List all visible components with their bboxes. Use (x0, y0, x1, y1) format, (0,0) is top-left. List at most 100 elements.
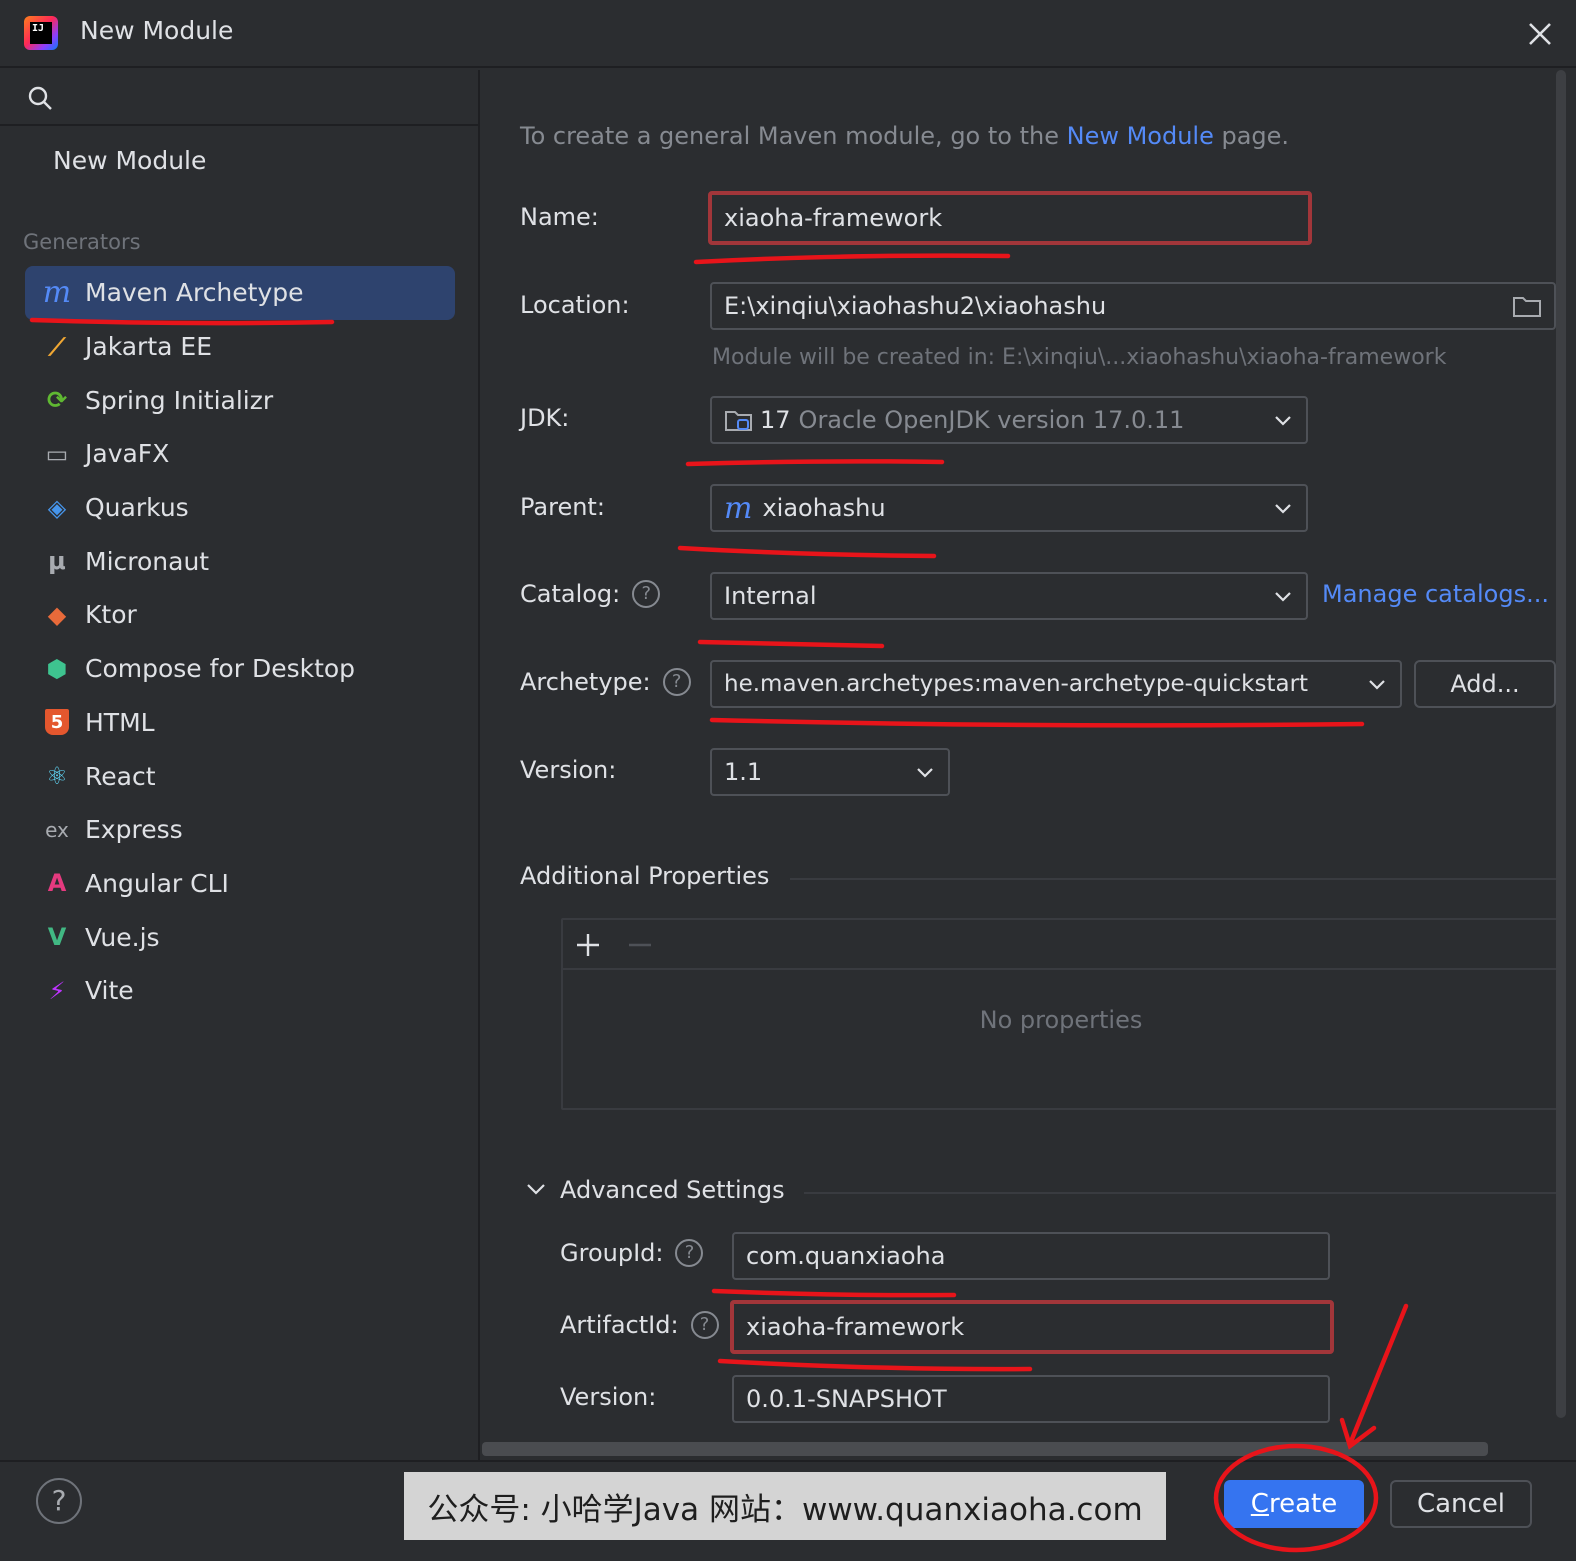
jdk-label: JDK: (520, 404, 570, 432)
javafx-icon: ▭ (45, 439, 69, 468)
advanced-version-value: 0.0.1-SNAPSHOT (746, 1385, 947, 1413)
archetype-value: he.maven.archetypes:maven-archetype-quic… (724, 671, 1309, 697)
parent-value: xiaohashu (762, 494, 886, 522)
help-icon[interactable]: ? (690, 1311, 719, 1339)
no-properties-text: No properties (979, 1006, 1143, 1034)
maven-hint: To create a general Maven module, go to … (520, 122, 1289, 150)
jdk-select[interactable]: 17 Oracle OpenJDK version 17.0.11 (710, 396, 1308, 444)
sidebar-item-new-module[interactable]: New Module (53, 146, 206, 175)
sidebar-item-quarkus[interactable]: ◈ Quarkus (25, 481, 455, 535)
sidebar-item-maven-archetype[interactable]: m Maven Archetype (25, 266, 455, 320)
version-value: 1.1 (724, 758, 763, 786)
horizontal-scrollbar[interactable] (482, 1442, 1488, 1456)
micronaut-icon: μ (48, 547, 66, 576)
location-field[interactable]: E:\xinqiu\xiaohashu2\xiaohashu (710, 282, 1556, 330)
sidebar-item-ktor[interactable]: ◆ Ktor (25, 588, 455, 642)
help-icon[interactable]: ? (632, 580, 661, 608)
hint-text: To create a general Maven module, go to … (520, 122, 1067, 150)
window-title: New Module (80, 16, 234, 45)
sidebar-item-micronaut[interactable]: μ Micronaut (25, 534, 455, 588)
ktor-icon: ◆ (47, 600, 67, 629)
close-icon[interactable] (1524, 18, 1556, 50)
properties-table: No properties (561, 918, 1561, 1110)
section-divider (804, 1192, 1562, 1194)
vertical-scrollbar[interactable] (1556, 70, 1566, 1418)
sidebar-item-vue-js[interactable]: V Vue.js (25, 910, 455, 964)
html-icon: 5 (45, 709, 69, 736)
app-icon-text: IJ (30, 22, 52, 44)
sidebar-item-label: Vue.js (85, 922, 160, 952)
jdk-version: 17 (760, 406, 791, 434)
advanced-version-label: Version: (560, 1383, 657, 1411)
help-icon[interactable]: ? (662, 668, 691, 696)
sidebar-item-html[interactable]: 5 HTML (25, 696, 455, 750)
folder-icon[interactable] (1512, 293, 1542, 319)
title-bar: IJ New Module (0, 0, 1576, 68)
chevron-down-icon (1275, 416, 1291, 426)
version-label: Version: (520, 756, 617, 784)
remove-icon[interactable] (625, 930, 655, 960)
create-button[interactable]: Create (1224, 1480, 1364, 1528)
location-label: Location: (520, 291, 630, 319)
sidebar-item-label: Express (85, 815, 183, 845)
sidebar-item-javafx[interactable]: ▭ JavaFX (25, 427, 455, 481)
chevron-down-icon[interactable] (524, 1176, 548, 1200)
sidebar-item-label: JavaFX (85, 439, 170, 469)
name-field[interactable]: xiaoha-framework (708, 191, 1312, 245)
search-bar[interactable] (0, 70, 480, 126)
name-label: Name: (520, 203, 599, 231)
archetype-select[interactable]: he.maven.archetypes:maven-archetype-quic… (710, 660, 1402, 708)
chevron-down-icon (1369, 680, 1385, 690)
cancel-button[interactable]: Cancel (1390, 1480, 1532, 1528)
spring-icon: ⟳ (46, 386, 68, 415)
add-archetype-button[interactable]: Add... (1414, 660, 1556, 708)
sidebar: New Module Generators m Maven Archetype ⟋ J… (0, 70, 480, 1460)
sidebar-item-spring-initializr[interactable]: ⟳ Spring Initializr (25, 373, 455, 427)
create-mnemonic: C (1250, 1489, 1269, 1519)
parent-select[interactable]: m xiaohashu (710, 484, 1308, 532)
angular-icon: A (47, 869, 67, 898)
compose-icon: ⬢ (46, 654, 68, 683)
sidebar-item-express[interactable]: ex Express (25, 803, 455, 857)
sidebar-item-label: Maven Archetype (85, 278, 304, 308)
advanced-settings-toggle[interactable]: Advanced Settings (560, 1176, 785, 1204)
quarkus-icon: ◈ (47, 493, 67, 522)
name-value: xiaoha-framework (724, 204, 943, 232)
chevron-down-icon (1275, 592, 1291, 602)
advanced-version-field[interactable]: 0.0.1-SNAPSHOT (732, 1375, 1330, 1423)
sidebar-item-label: Jakarta EE (85, 332, 212, 362)
artifactid-field[interactable]: xiaoha-framework (730, 1300, 1334, 1354)
react-icon: ⚛ (46, 762, 68, 791)
sidebar-item-jakarta-ee[interactable]: ⟋ Jakarta EE (25, 320, 455, 374)
main-panel: To create a general Maven module, go to … (482, 70, 1576, 1460)
catalog-label-text: Catalog: (520, 580, 621, 608)
sidebar-item-label: Vite (85, 976, 134, 1006)
dialog-footer: ? 公众号: 小哈学Java 网站：www.quanxiaoha.com Cre… (0, 1460, 1576, 1561)
sidebar-item-compose-for-desktop[interactable]: ⬢ Compose for Desktop (25, 642, 455, 696)
sidebar-item-label: HTML (85, 707, 155, 737)
chevron-down-icon (917, 768, 933, 778)
additional-properties-title: Additional Properties (520, 862, 770, 890)
sidebar-item-react[interactable]: ⚛ React (25, 749, 455, 803)
catalog-label: Catalog:? (520, 580, 661, 608)
search-icon[interactable] (26, 84, 54, 112)
artifactid-label-text: ArtifactId: (560, 1311, 679, 1339)
jdk-description: Oracle OpenJDK version 17.0.11 (798, 406, 1185, 434)
hint-suffix: page. (1213, 122, 1290, 150)
groupid-label: GroupId:? (560, 1239, 704, 1267)
manage-catalogs-link[interactable]: Manage catalogs... (1322, 580, 1549, 608)
catalog-value: Internal (724, 582, 817, 610)
sidebar-item-label: Ktor (85, 600, 137, 630)
version-select[interactable]: 1.1 (710, 748, 950, 796)
help-icon[interactable]: ? (675, 1239, 704, 1267)
groupid-field[interactable]: com.quanxiaoha (732, 1232, 1330, 1280)
sidebar-item-vite[interactable]: ⚡ Vite (25, 964, 455, 1018)
new-module-link[interactable]: New Module (1067, 122, 1214, 150)
sidebar-item-label: Micronaut (85, 546, 210, 576)
catalog-select[interactable]: Internal (710, 572, 1308, 620)
sidebar-item-label: React (85, 761, 156, 791)
sidebar-item-angular-cli[interactable]: A Angular CLI (25, 857, 455, 911)
add-icon[interactable] (573, 930, 603, 960)
groupid-value: com.quanxiaoha (746, 1242, 946, 1270)
help-icon[interactable]: ? (36, 1478, 82, 1524)
